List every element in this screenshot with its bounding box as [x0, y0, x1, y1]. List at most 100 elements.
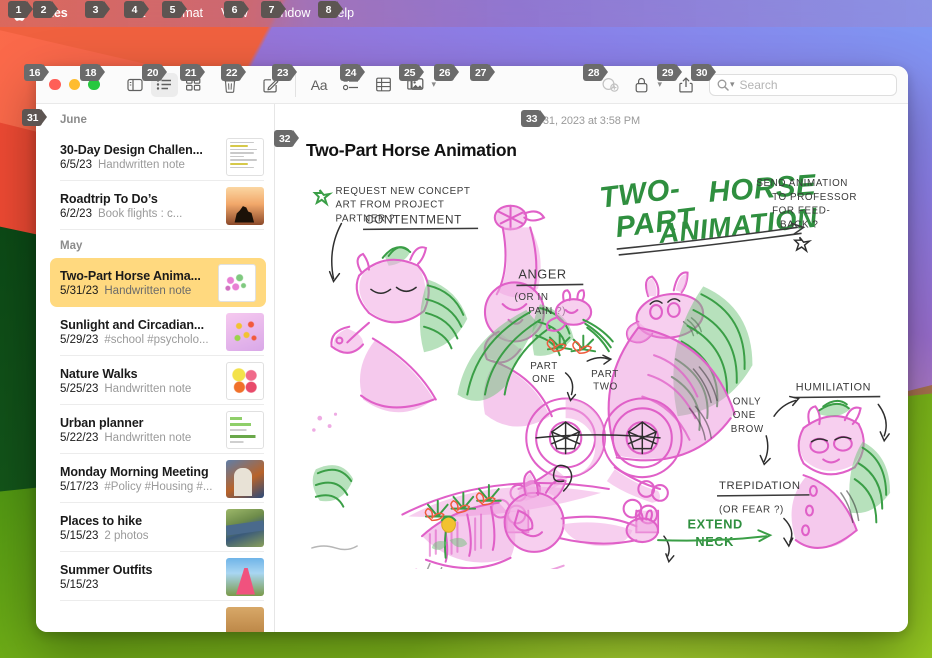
note-thumbnail [226, 459, 264, 498]
svg-text:HUMILIATION: HUMILIATION [796, 382, 871, 394]
svg-text:REQUEST NEW CONCEPT: REQUEST NEW CONCEPT [336, 186, 471, 197]
note-snippet: Handwritten note [104, 284, 192, 297]
note-title: Urban planner [60, 415, 144, 430]
svg-text:TO PROFESSOR: TO PROFESSOR [772, 192, 857, 203]
note-thumbnail [226, 410, 264, 449]
svg-text:BACK ?: BACK ? [780, 219, 819, 230]
badge-4: 4 [124, 1, 149, 18]
note-date: 6/5/23 [60, 158, 92, 171]
lock-note-icon[interactable] [628, 73, 655, 97]
section-header-may: May [60, 240, 83, 252]
note-date: 5/31/23 [60, 284, 99, 297]
badge-33: 33 [521, 110, 547, 127]
badge-2: 2 [33, 1, 58, 18]
badge-26: 26 [434, 64, 460, 81]
badge-5: 5 [162, 1, 187, 18]
list-item[interactable]: Urban planner 5/22/23 Handwritten note [36, 405, 274, 454]
note-title: Nature Walks [60, 366, 138, 381]
page-title: Two-Part Horse Animation [306, 140, 517, 160]
badge-32: 32 [274, 130, 300, 147]
note-date: 5/29/23 [60, 333, 99, 346]
badge-16: 16 [24, 64, 50, 81]
list-item[interactable]: Sunlight and Circadian... 5/29/23 #schoo… [36, 307, 274, 356]
badge-23: 23 [272, 64, 298, 81]
note-detail-pane[interactable]: 31, 2023 at 3:58 PM Two-Part Horse Anima… [275, 104, 908, 632]
window-content: June 30-Day Design Challen... 6/5/23 Han… [36, 104, 908, 632]
svg-text:ONLY: ONLY [733, 396, 761, 407]
note-snippet: Handwritten note [97, 158, 185, 171]
badge-29: 29 [657, 64, 683, 81]
note-date: 5/15/23 [60, 578, 99, 591]
badge-8: 8 [318, 1, 343, 18]
svg-text:(OR IN: (OR IN [514, 292, 548, 303]
list-item-selected[interactable]: Two-Part Horse Anima... 5/31/23 Handwrit… [50, 258, 266, 307]
note-thumbnail [226, 508, 264, 547]
note-snippet: Book flights : c... [97, 207, 183, 220]
badge-1: 1 [8, 1, 33, 18]
svg-text:TWO: TWO [593, 382, 618, 393]
note-timestamp: 31, 2023 at 3:58 PM [542, 115, 641, 127]
badge-25: 25 [399, 64, 425, 81]
note-snippet: Handwritten note [104, 431, 192, 444]
svg-text:TREPIDATION: TREPIDATION [719, 480, 801, 492]
note-date: 5/17/23 [60, 480, 99, 493]
note-title: 30-Day Design Challen... [60, 142, 203, 157]
svg-text:EXTEND: EXTEND [688, 516, 743, 531]
svg-text:CONTENTMENT: CONTENTMENT [365, 212, 462, 226]
note-thumbnail [226, 186, 264, 225]
svg-text:FOR FEED-: FOR FEED- [772, 206, 830, 217]
list-item[interactable] [36, 601, 274, 632]
list-item[interactable]: Monday Morning Meeting 5/17/23 #Policy #… [36, 454, 274, 503]
search-placeholder: Search [739, 77, 778, 92]
list-item[interactable]: 30-Day Design Challen... 6/5/23 Handwrit… [36, 132, 274, 181]
note-date: 5/22/23 [60, 431, 99, 444]
search-input[interactable]: ▾ Search [709, 73, 897, 96]
note-thumbnail [226, 137, 264, 176]
badge-18: 18 [80, 64, 106, 81]
search-chevron-down-icon[interactable]: ▾ [730, 79, 735, 90]
badge-22: 22 [221, 64, 247, 81]
badge-3: 3 [85, 1, 110, 18]
list-item[interactable]: Places to hike 5/15/23 2 photos [36, 503, 274, 552]
minimize-button[interactable] [68, 78, 80, 91]
list-item[interactable]: Summer Outfits 5/15/23 [36, 552, 274, 601]
svg-text:ART FROM PROJECT: ART FROM PROJECT [336, 200, 445, 211]
list-item[interactable]: Roadtrip To Do’s 6/2/23 Book flights : c… [36, 181, 274, 230]
svg-text:PART: PART [530, 361, 558, 372]
note-title: Places to hike [60, 513, 142, 528]
badge-7: 7 [261, 1, 286, 18]
table-icon[interactable] [370, 73, 397, 97]
badge-30: 30 [691, 64, 717, 81]
svg-text:SEND ANIMATION: SEND ANIMATION [756, 178, 848, 189]
svg-text:ONE: ONE [733, 410, 756, 421]
badge-31: 31 [22, 109, 48, 126]
badge-6: 6 [224, 1, 249, 18]
close-button[interactable] [49, 78, 61, 91]
note-date: 5/15/23 [60, 529, 99, 542]
note-thumbnail [226, 361, 264, 400]
list-item[interactable]: Nature Walks 5/25/23 Handwritten note [36, 356, 274, 405]
note-thumbnail [226, 606, 264, 632]
note-snippet: #school #psycholo... [104, 333, 209, 346]
note-date: 5/25/23 [60, 382, 99, 395]
badge-24: 24 [340, 64, 366, 81]
note-title: Two-Part Horse Anima... [60, 268, 201, 283]
notes-list-sidebar[interactable]: June 30-Day Design Challen... 6/5/23 Han… [36, 104, 275, 632]
note-title: Roadtrip To Do’s [60, 191, 158, 206]
search-icon [717, 79, 729, 91]
note-thumbnail [226, 557, 264, 596]
note-snippet: 2 photos [104, 529, 149, 542]
note-snippet: Handwritten note [104, 382, 192, 395]
svg-text:NECK: NECK [695, 534, 734, 549]
svg-text:ANGER: ANGER [518, 267, 566, 282]
note-sketch-canvas[interactable]: .pk { stroke:#e060c8; fill:none; stroke-… [306, 169, 896, 569]
badge-21: 21 [180, 64, 206, 81]
badge-20: 20 [142, 64, 168, 81]
badge-27: 27 [470, 64, 496, 81]
note-thumbnail [218, 263, 256, 302]
note-title: Monday Morning Meeting [60, 464, 209, 479]
format-aa-icon[interactable]: Aa [306, 73, 333, 97]
notes-window: Aa ▾ ▾ ▾ Search June 30-Day Design Chall… [36, 66, 908, 632]
section-header-june: June [60, 114, 87, 126]
svg-text:ONE: ONE [532, 374, 555, 385]
